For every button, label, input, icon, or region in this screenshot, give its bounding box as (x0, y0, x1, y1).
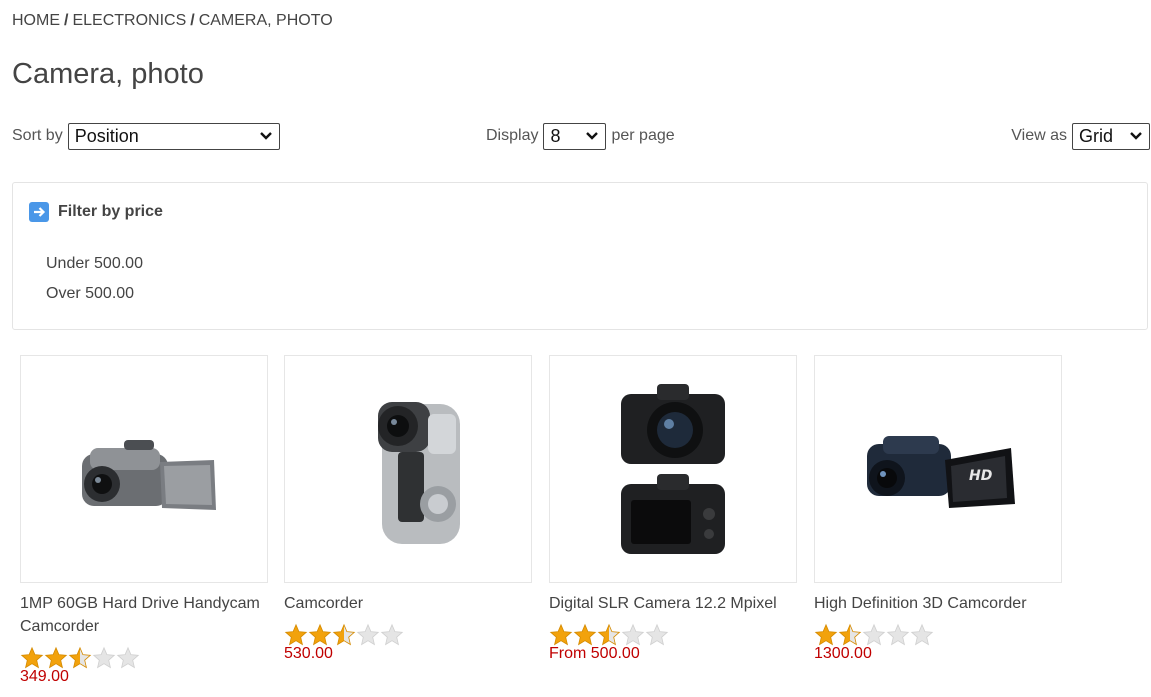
camcorder-image (378, 402, 460, 544)
product-image-link[interactable]: HD (814, 355, 1062, 583)
sort-control: Sort by Position (12, 121, 280, 151)
star-empty-icon (116, 646, 140, 669)
star-filled-icon (44, 646, 68, 669)
chevron-down-icon (1130, 132, 1142, 140)
price-filter-header: Filter by price (29, 202, 163, 222)
page-size-select[interactable]: 8 (543, 122, 607, 150)
product-image-link[interactable] (549, 355, 797, 583)
star-empty-icon (862, 623, 886, 646)
product-price: From 500.00 (549, 645, 640, 662)
chevron-down-icon (259, 132, 272, 140)
star-empty-icon (621, 623, 645, 646)
product-toolbar: Sort by Position Display 8 per page View… (12, 121, 1150, 151)
product-card: Camcorder 530.00 (284, 355, 532, 663)
star-empty-icon (356, 623, 380, 646)
sort-select[interactable]: Position (67, 122, 280, 150)
page-title: Camera, photo (12, 58, 204, 90)
product-image-link[interactable] (20, 355, 268, 583)
product-price: 349.00 (20, 668, 69, 685)
breadcrumb-current: CAMERA, PHOTO (198, 12, 333, 29)
star-half-icon (332, 623, 356, 646)
display-control: Display 8 per page (486, 121, 675, 151)
product-card: HD High Definition 3D Camcorder 1300.00 (814, 355, 1062, 663)
star-half-icon (838, 623, 862, 646)
star-half-icon (68, 646, 92, 669)
product-title-link[interactable]: High Definition 3D Camcorder (814, 592, 1054, 615)
breadcrumb-separator: / (190, 12, 195, 29)
view-label: View as (1011, 127, 1067, 144)
view-control: View as Grid (1011, 121, 1150, 151)
product-price: 1300.00 (814, 645, 872, 662)
price-filter-under-500[interactable]: Under 500.00 (46, 249, 143, 279)
view-mode-select[interactable]: Grid (1072, 122, 1150, 150)
product-title-link[interactable]: 1MP 60GB Hard Drive Handycam Camcorder (20, 592, 260, 638)
arrow-right-icon (29, 202, 49, 222)
star-empty-icon (910, 623, 934, 646)
handycam-camcorder-image (82, 440, 216, 510)
product-price: 530.00 (284, 645, 333, 662)
product-image-link[interactable] (284, 355, 532, 583)
star-empty-icon (92, 646, 116, 669)
product-card: Digital SLR Camera 12.2 Mpixel From 500.… (549, 355, 797, 663)
product-card: 1MP 60GB Hard Drive Handycam Camcorder 3… (20, 355, 268, 686)
star-empty-icon (886, 623, 910, 646)
product-rating (20, 646, 268, 670)
star-filled-icon (573, 623, 597, 646)
star-empty-icon (380, 623, 404, 646)
chevron-down-icon (586, 132, 599, 140)
product-rating (549, 623, 797, 647)
per-page-label: per page (611, 127, 675, 144)
star-filled-icon (814, 623, 838, 646)
star-half-icon (597, 623, 621, 646)
product-rating (284, 623, 532, 647)
display-label: Display (486, 127, 539, 144)
product-title-link[interactable]: Camcorder (284, 592, 524, 615)
sort-value: Position (74, 125, 139, 146)
star-empty-icon (645, 623, 669, 646)
price-filter-options: Under 500.00 Over 500.00 (46, 249, 143, 309)
dslr-camera-image (621, 384, 725, 554)
page-size-value: 8 (550, 125, 561, 146)
star-filled-icon (20, 646, 44, 669)
product-title-link[interactable]: Digital SLR Camera 12.2 Mpixel (549, 592, 789, 615)
breadcrumb-home[interactable]: HOME (12, 12, 60, 30)
star-filled-icon (284, 623, 308, 646)
star-filled-icon (549, 623, 573, 646)
breadcrumb-electronics[interactable]: ELECTRONICS (72, 12, 186, 30)
breadcrumb: HOME / ELECTRONICS / CAMERA, PHOTO (12, 12, 333, 30)
sort-label: Sort by (12, 127, 63, 144)
view-mode-value: Grid (1079, 125, 1114, 146)
breadcrumb-separator: / (64, 12, 69, 29)
price-filter: Filter by price Under 500.00 Over 500.00 (12, 182, 1148, 330)
product-rating (814, 623, 1062, 647)
svg-text:HD: HD (969, 468, 992, 484)
hd-camcorder-image: HD (867, 436, 1015, 508)
price-filter-title: Filter by price (58, 203, 163, 220)
price-filter-over-500[interactable]: Over 500.00 (46, 279, 143, 309)
star-filled-icon (308, 623, 332, 646)
